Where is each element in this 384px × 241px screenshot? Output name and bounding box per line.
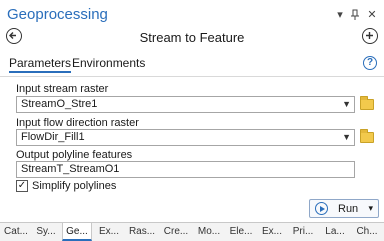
dropdown-icon[interactable]: ▾ [334,9,346,21]
bottom-tab-strip: Cat... Sy... Ge... Ex... Ras... Cre... M… [0,222,384,241]
add-icon [366,32,373,39]
help-icon[interactable]: ? [363,56,377,70]
simplify-polylines-label: Simplify polylines [32,180,117,192]
window-title: Geoprocessing [7,6,108,23]
tab-parameters[interactable]: Parameters [9,56,72,73]
pin-icon[interactable] [349,9,361,21]
bottom-tab-symbology[interactable]: Sy... [32,223,60,241]
output-polyline-label: Output polyline features [16,149,133,161]
run-button[interactable]: Run ▾ [309,199,379,218]
bottom-tab-geoprocessing[interactable]: Ge... [62,223,92,241]
tab-environments[interactable]: Environments [72,56,145,70]
tool-title: Stream to Feature [139,30,245,45]
bottom-tab-cre[interactable]: Cre... [160,223,192,241]
tool-header: Stream to Feature [0,26,384,48]
input-stream-raster-label: Input stream raster [16,83,109,95]
tool-tabs: Parameters Environments ? [0,54,384,74]
output-polyline-field[interactable]: StreamT_StreamO1 [16,161,355,178]
bottom-tab-ele[interactable]: Ele... [226,223,256,241]
simplify-polylines-checkbox[interactable]: ✓ [16,180,28,192]
bottom-tab-ex-1[interactable]: Ex... [94,223,124,241]
input-flow-direction-label: Input flow direction raster [16,117,139,129]
bottom-tab-pri[interactable]: Pri... [288,223,318,241]
chevron-down-icon[interactable]: ▼ [342,131,351,144]
input-stream-raster-value: StreamO_Stre1 [21,98,98,110]
bottom-tab-ex-2[interactable]: Ex... [258,223,286,241]
input-flow-direction-value: FlowDir_Fill1 [21,131,85,143]
chevron-down-icon[interactable]: ▼ [342,98,351,111]
chevron-down-icon[interactable]: ▾ [368,203,373,214]
bottom-tab-ch[interactable]: Ch... [352,223,382,241]
folder-icon[interactable] [360,129,374,143]
folder-icon[interactable] [360,96,374,110]
input-flow-direction-field[interactable]: FlowDir_Fill1 ▼ [16,129,355,146]
bottom-tab-la[interactable]: La... [320,223,350,241]
bottom-tab-ras[interactable]: Ras... [126,223,158,241]
close-icon[interactable]: ✕ [366,9,378,21]
output-polyline-value: StreamT_StreamO1 [21,163,120,175]
input-stream-raster-field[interactable]: StreamO_Stre1 ▼ [16,96,355,113]
divider [0,76,384,77]
play-icon [315,202,328,215]
bottom-tab-catalog[interactable]: Cat... [2,223,30,241]
bottom-tab-mo[interactable]: Mo... [194,223,224,241]
add-button[interactable] [362,28,378,44]
run-label: Run [338,203,359,215]
